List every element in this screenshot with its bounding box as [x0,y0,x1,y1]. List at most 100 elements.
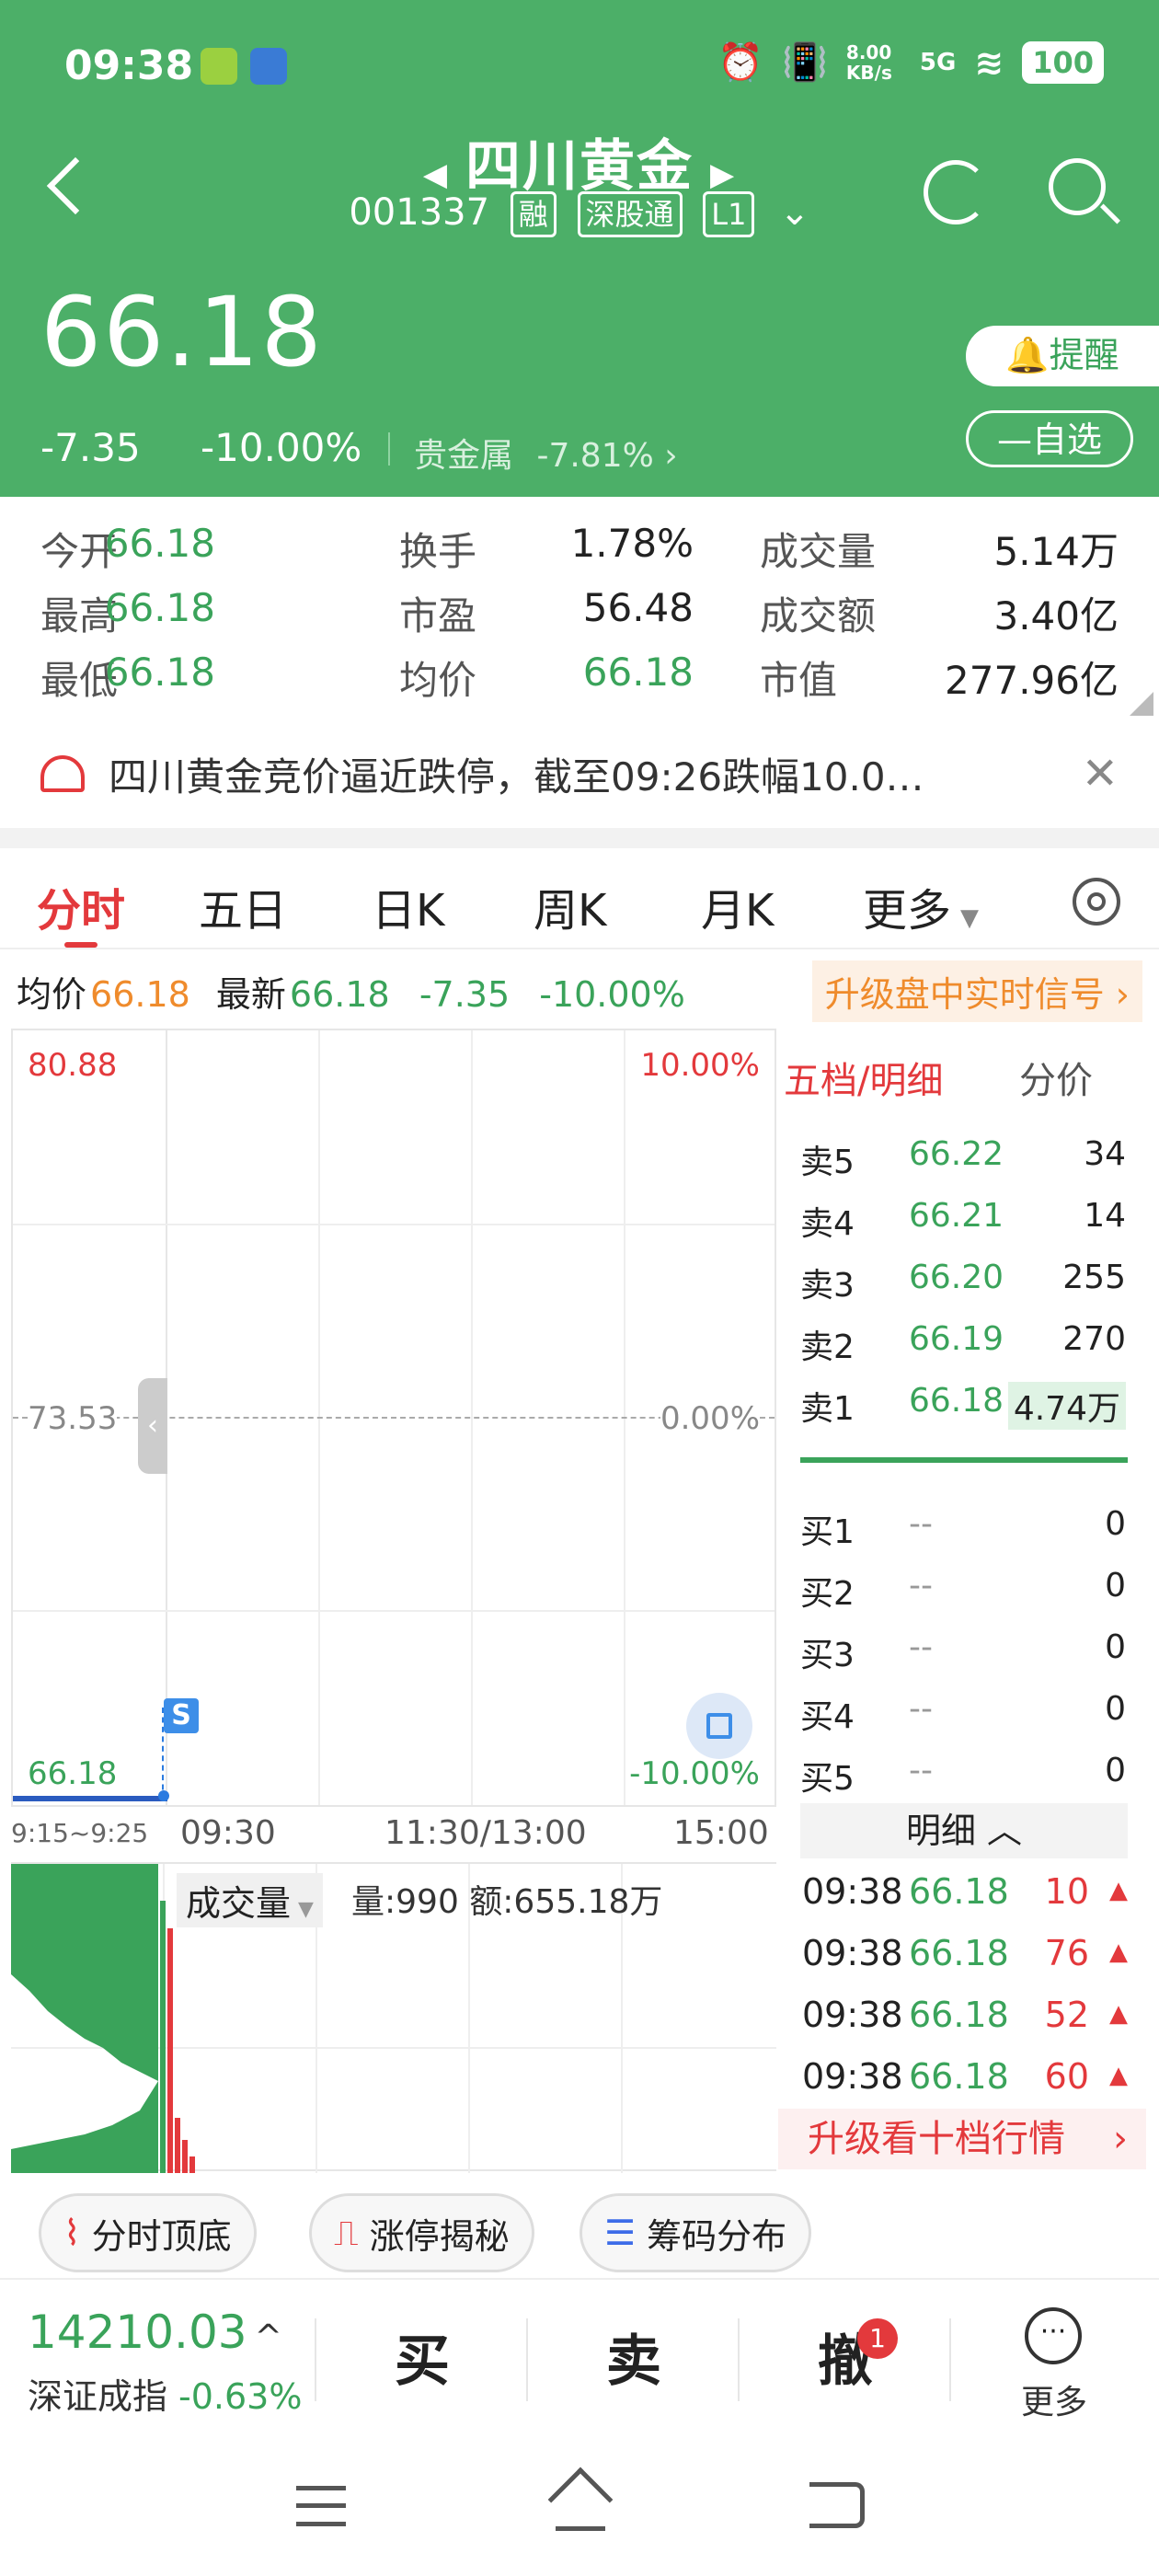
bid-level[interactable]: 买3 -- 0 [800,1628,1131,1684]
upgrade-label: 升级盘中实时信号 [824,974,1105,1015]
news-banner[interactable]: 四川黄金竞价逼近跌停，截至09:26跌幅10.0… ✕ [0,723,1159,824]
next-stock-icon[interactable]: ▶ [710,156,736,193]
price-line [13,1796,167,1801]
index-value-link[interactable]: 14210.03 ^ [28,2306,282,2359]
tab-intraday[interactable]: 分时 [37,874,125,938]
fullscreen-icon[interactable] [686,1693,752,1759]
stat-value: 56.48 [582,585,694,630]
x-label-noon: 11:30/13:00 [384,1814,587,1852]
ask-level[interactable]: 卖3 66.20 255 [800,1259,1131,1314]
y-axis-mid: 73.53 [28,1400,118,1437]
tick-time: 09:38 [802,2056,903,2097]
tick-price: 66.18 [909,1995,1009,2035]
alert-icon [40,755,85,792]
chevron-up-icon: ^ [254,2318,282,2356]
refresh-icon[interactable] [924,160,988,224]
stat-value: 1.78% [570,521,694,566]
level-price: -- [909,1752,933,1789]
level-price: 66.21 [909,1197,1004,1235]
menu-icon[interactable] [296,2486,346,2526]
stat-value: 66.18 [104,650,215,695]
sector-name: 贵金属 [414,437,514,475]
tab-more[interactable]: 更多 ▼ [863,874,979,938]
tick-time: 09:38 [802,1995,903,2035]
volume-selector[interactable]: 成交量 ▼ [177,1873,323,1927]
more-label[interactable]: 更多 [1021,2375,1087,2423]
chip-chip-distribution[interactable]: ☰ 筹码分布 [580,2193,812,2272]
stat-label: 市值 [760,658,838,703]
signal-marker[interactable]: S [164,1698,199,1733]
stat-label: 市盈 [399,593,477,638]
watchlist-button[interactable]: —自选 [966,410,1133,467]
intraday-chart[interactable]: 80.88 10.00% 73.53 0.00% 66.18 -10.00% ‹… [11,1029,776,1807]
collapse-handle-icon[interactable]: ‹ [138,1378,167,1474]
status-time: 09:38 [64,42,194,89]
cancel-order-button[interactable]: 撤 [740,2317,951,2397]
level-label: 买5 [800,1760,855,1798]
detail-toggle[interactable]: 明细 ︿ [800,1803,1128,1858]
net-speed: 8.00 KB/s [845,40,892,84]
tab-monthly[interactable]: 月K [701,874,774,938]
chip-limit-up[interactable]: ⎍ 涨停揭秘 [309,2193,534,2272]
last-label: 最新 [215,974,286,1015]
volume-chart[interactable]: 成交量 ▼ 量:990 额:655.18万 [11,1862,776,2173]
expand-corner-icon[interactable] [1130,692,1153,716]
sector-link[interactable]: 贵金属 -7.81% › [414,429,678,477]
ask-level[interactable]: 卖2 66.19 270 [800,1320,1131,1375]
ask-level[interactable]: 卖1 66.18 4.74万 [800,1382,1131,1437]
tick-price: 66.18 [909,1933,1009,1973]
signal-5g: 5G [919,48,957,76]
sell-button[interactable]: 卖 [528,2317,740,2397]
level-label: 买3 [800,1637,855,1674]
level-volume: 270 [1062,1320,1126,1358]
bid-level[interactable]: 买4 -- 0 [800,1690,1131,1745]
tab-weekly[interactable]: 周K [534,874,606,938]
stat-value: 66.18 [104,585,215,630]
stat-value: 66.18 [582,650,694,695]
marker-dot [158,1790,169,1801]
level-label: 卖5 [800,1144,855,1181]
section-gap [0,828,1159,848]
index-pct: -0.63% [178,2376,303,2417]
level-price: 66.18 [909,1382,1004,1420]
chevron-up-icon: ︿ [987,1811,1023,1851]
orderbook-tab[interactable]: 五档/明细 [784,1051,943,1104]
up-arrow-icon: ▲ [1109,1938,1128,1966]
chip-label: 涨停揭秘 [369,2215,510,2257]
bid-level[interactable]: 买2 -- 0 [800,1567,1131,1622]
level-label: 卖3 [800,1267,855,1305]
bid-level[interactable]: 买1 -- 0 [800,1505,1131,1560]
price-dist-tab[interactable]: 分价 [1019,1051,1093,1104]
last-change: -7.35 [419,974,511,1015]
close-icon[interactable]: ✕ [1082,748,1119,799]
caret-down-icon: ▼ [298,1898,314,1921]
upgrade-signal-button[interactable]: 升级盘中实时信号 › [811,960,1142,1022]
upgrade-10-button[interactable]: 升级看十档行情 › [778,2109,1146,2169]
pct-axis-bottom: -10.00% [629,1755,760,1792]
home-icon[interactable] [547,2467,614,2533]
search-icon[interactable] [1049,158,1122,232]
buy-button[interactable]: 买 [316,2317,528,2397]
level-label: 买2 [800,1575,855,1613]
tab-5day[interactable]: 五日 [199,874,287,938]
level-label: 卖4 [800,1205,855,1243]
divider [388,432,390,466]
level-volume: 0 [1105,1567,1126,1604]
tab-daily[interactable]: 日K [372,874,444,938]
last-value: 66.18 [289,974,390,1015]
tick-volume: 60 [1044,2056,1089,2097]
more-icon[interactable]: ··· [1025,2307,1082,2364]
level-price: 66.19 [909,1320,1004,1358]
price-infoline: 均价 66.18 最新 66.18 -7.35 -10.00% [17,966,685,1017]
y-axis-top: 80.88 [28,1047,118,1084]
ask-level[interactable]: 卖5 66.22 34 [800,1135,1131,1190]
chip-intraday-top-bottom[interactable]: ⌇ 分时顶底 [39,2193,257,2272]
tag-level: L1 [703,191,755,237]
remind-button[interactable]: 🔔提醒 [966,326,1159,386]
level-label: 卖1 [800,1390,855,1428]
back-nav-icon[interactable] [809,2482,865,2528]
settings-icon[interactable] [1073,878,1120,926]
ask-level[interactable]: 卖4 66.21 14 [800,1197,1131,1252]
prev-stock-icon[interactable]: ◀ [423,156,449,193]
bid-level[interactable]: 买5 -- 0 [800,1752,1131,1807]
